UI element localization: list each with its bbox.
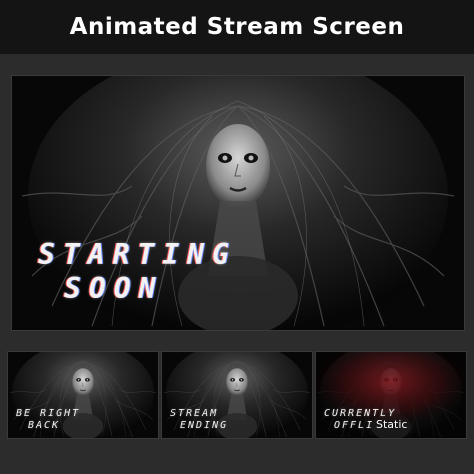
- page-title: Animated Stream Screen: [69, 14, 405, 40]
- header-bar: Animated Stream Screen: [0, 0, 474, 54]
- thumb-line-2: OFFLI: [334, 420, 375, 431]
- soon-text: SOON: [64, 272, 164, 305]
- thumb-line-2: BACK: [28, 420, 61, 431]
- thumb-line-2: ENDING: [180, 420, 229, 431]
- thumb-line-1: BE RIGHT: [16, 408, 81, 419]
- starting-text: STARTING: [38, 238, 237, 271]
- thumbnail-be-right-back[interactable]: BE RIGHT BACK: [8, 352, 158, 438]
- thumbnail-stream-ending[interactable]: STREAM ENDING: [162, 352, 312, 438]
- thumbnail-currently-offline[interactable]: CURRENTLY OFFLI Static: [316, 352, 466, 438]
- thumb-line-1: STREAM: [170, 408, 219, 419]
- static-label: Static: [376, 418, 408, 431]
